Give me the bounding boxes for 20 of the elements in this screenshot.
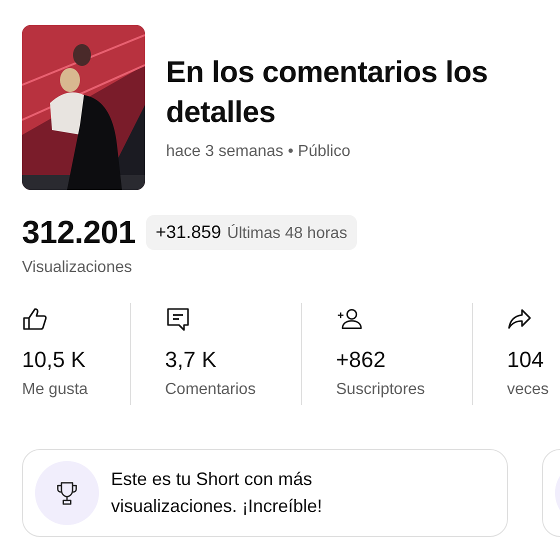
insight-text: Este es tu Short con más visualizaciones. ¡Increíble! — [111, 468, 324, 518]
comment-icon — [165, 306, 191, 332]
stat-label: Me gusta — [22, 381, 89, 399]
recent-views-delta: +31.859 — [156, 222, 222, 243]
video-title: En los comentarios los detalles — [166, 55, 489, 131]
stat-label: Suscriptores — [336, 381, 426, 399]
stat-label: veces — [507, 381, 550, 399]
video-meta: hace 3 semanas • Público — [166, 143, 352, 161]
view-count: 312.201 — [22, 214, 136, 251]
thumbs-up-icon — [22, 306, 48, 332]
stat-value: 10,5 K — [22, 347, 87, 373]
stat-label: Comentarios — [165, 381, 257, 399]
share-arrow-icon — [507, 306, 533, 332]
views-label: Visualizaciones — [22, 259, 133, 277]
add-person-icon — [336, 306, 362, 332]
stat-value: +862 — [336, 347, 387, 373]
trophy-icon — [55, 480, 79, 506]
recent-views-period: Últimas 48 horas — [227, 225, 348, 243]
stat-value: 104 — [507, 347, 545, 373]
stat-value: 3,7 K — [165, 347, 218, 373]
